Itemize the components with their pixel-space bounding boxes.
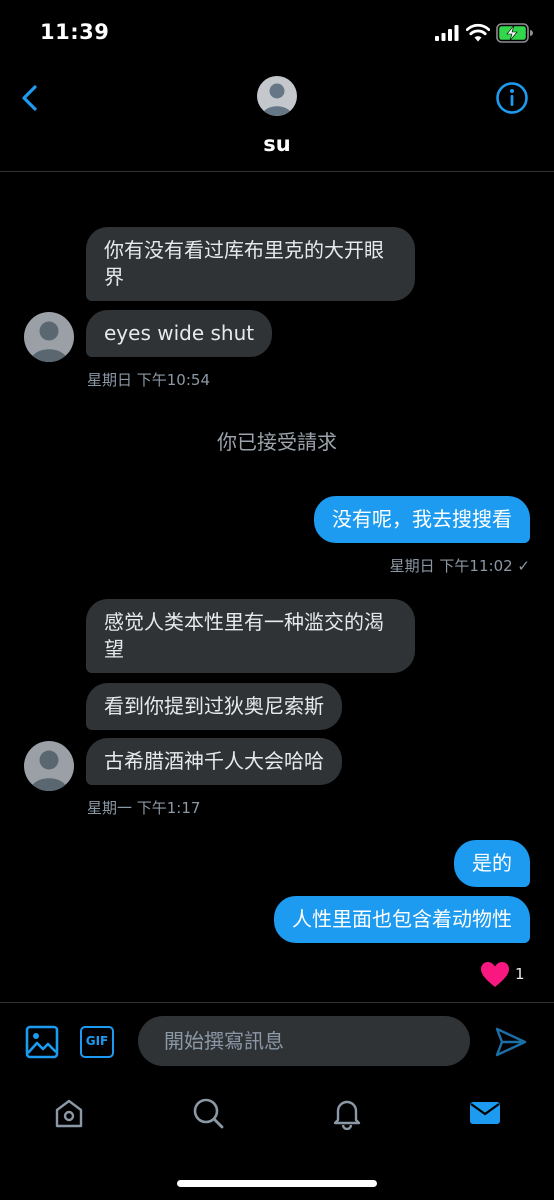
message-timestamp: 星期一 下午1:17 xyxy=(87,799,201,817)
notifications-icon[interactable] xyxy=(330,1096,364,1130)
reaction-count: 1 xyxy=(515,965,525,983)
home-indicator[interactable] xyxy=(177,1180,377,1187)
sender-avatar[interactable] xyxy=(24,312,74,362)
search-icon[interactable] xyxy=(191,1096,225,1130)
messages-icon[interactable] xyxy=(468,1096,502,1130)
home-icon[interactable] xyxy=(52,1096,86,1130)
default-user-icon xyxy=(30,750,68,791)
gif-icon[interactable]: GIF xyxy=(80,1026,114,1058)
info-icon[interactable] xyxy=(495,81,529,115)
conversation-header: su xyxy=(0,64,554,172)
battery-charging-icon xyxy=(496,23,533,43)
send-icon[interactable] xyxy=(494,1025,528,1059)
contact-name[interactable]: su xyxy=(0,132,554,156)
heart-reaction-icon[interactable] xyxy=(480,961,510,989)
message-composer: GIF xyxy=(0,1002,554,1080)
incoming-message[interactable]: 古希腊酒神千人大会哈哈 xyxy=(86,738,342,785)
default-user-icon xyxy=(30,321,68,362)
incoming-message[interactable]: 感觉人类本性里有一种滥交的渴望 xyxy=(86,599,415,673)
outgoing-message[interactable]: 人性里面也包含着动物性 xyxy=(274,896,530,943)
outgoing-message[interactable]: 没有呢，我去搜搜看 xyxy=(314,496,530,543)
contact-avatar[interactable] xyxy=(257,76,297,116)
message-timestamp: 星期日 下午11:02 ✓ xyxy=(389,557,530,575)
default-user-icon xyxy=(262,83,292,116)
incoming-message[interactable]: 你有没有看过库布里克的大开眼界 xyxy=(86,227,415,301)
wifi-icon xyxy=(466,23,490,42)
message-input[interactable] xyxy=(138,1016,470,1066)
sender-avatar[interactable] xyxy=(24,741,74,791)
back-arrow-icon[interactable] xyxy=(16,82,44,114)
status-bar: 11:39 xyxy=(0,0,554,64)
incoming-message[interactable]: 看到你提到过狄奥尼索斯 xyxy=(86,683,342,730)
message-timestamp: 星期日 下午10:54 xyxy=(87,371,210,389)
image-icon[interactable] xyxy=(25,1025,59,1059)
incoming-message[interactable]: eyes wide shut xyxy=(86,310,273,357)
status-time: 11:39 xyxy=(40,20,110,44)
outgoing-message[interactable]: 是的 xyxy=(454,840,530,887)
request-accepted-note: 你已接受請求 xyxy=(217,430,337,454)
cellular-signal-icon xyxy=(435,25,459,41)
